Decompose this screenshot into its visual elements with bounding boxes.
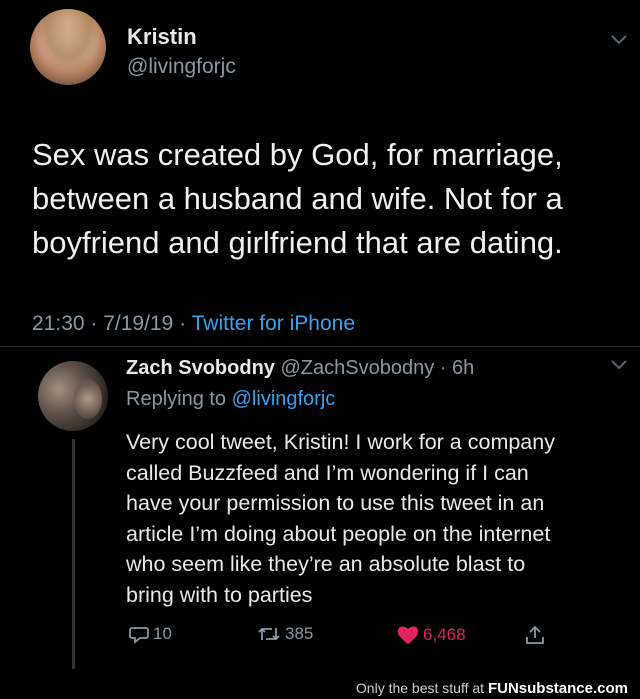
reply-icon [128,624,150,644]
watermark-brand[interactable]: FUNsubstance.com [488,680,628,697]
watermark-text: Only the best stuff at FUNsubstance.com [356,680,628,697]
reply-text-line: article I’m doing about people on the in… [126,521,551,546]
tweet-text-line: Sex was created by God, for marriage, [32,137,563,172]
action-bar: 10 385 6,468 [126,624,626,650]
reply-text: Very cool tweet, Kristin! I work for a c… [126,427,631,610]
reply-button[interactable]: 10 [128,624,172,644]
chevron-down-icon[interactable] [610,355,628,376]
reply-age: 6h [451,357,475,379]
avatar[interactable] [30,9,106,85]
reply-text-line: who seem like they’re an absolute blast … [126,552,526,576]
reply-tweet: Zach Svobodny @ZachSvobodny · 6h Replyin… [0,347,640,677]
tweet-text-line: between a husband and wife. Not for a [32,181,563,216]
tweet-meta: 21:30 · 7/19/19 · Twitter for iPhone [32,312,356,335]
replying-label: Replying to [126,388,227,410]
heart-icon [396,624,420,646]
tweet-text: Sex was created by God, for marriage, be… [32,133,612,265]
reply-text-line: called Buzzfeed and I’m wondering if I c… [126,460,529,485]
tweet-date: 7/19/19 [103,312,174,335]
tweet-text-line: boyfriend and girlfriend that are dating… [32,225,563,260]
replying-to: Replying to @livingforjc [126,388,335,411]
watermark-footer: Only the best stuff at FUNsubstance.com [0,677,640,699]
like-button[interactable]: 6,468 [396,624,466,646]
retweet-count: 385 [285,624,314,643]
main-tweet: Kristin @livingforjc Sex was created by … [0,0,640,350]
author-handle[interactable]: @livingforjc [127,55,236,79]
reply-count: 10 [153,624,172,643]
retweet-button[interactable]: 385 [256,624,313,644]
reply-text-line: Very cool tweet, Kristin! I work for a c… [126,430,555,454]
reply-author-handle[interactable]: @ZachSvobodny [280,357,434,379]
avatar[interactable] [38,361,108,431]
reply-text-line: have your permission to use this tweet i… [126,491,545,515]
reply-text-line: bring with to parties [126,582,313,607]
chevron-down-icon[interactable] [610,30,628,51]
retweet-icon [256,624,282,644]
watermark-prefix: Only the best stuff at [355,680,485,696]
tweet-time: 21:30 [32,312,85,335]
tweet-source[interactable]: Twitter for iPhone [192,312,355,335]
author-name[interactable]: Kristin [127,24,197,50]
replying-handle-link[interactable]: @livingforjc [232,388,336,410]
share-button[interactable] [524,624,546,646]
reply-author-name[interactable]: Zach Svobodny [126,357,275,379]
thread-line [72,439,75,669]
reply-header: Zach Svobodny @ZachSvobodny · 6h [126,357,475,379]
share-icon [524,624,546,646]
like-count: 6,468 [423,625,466,644]
